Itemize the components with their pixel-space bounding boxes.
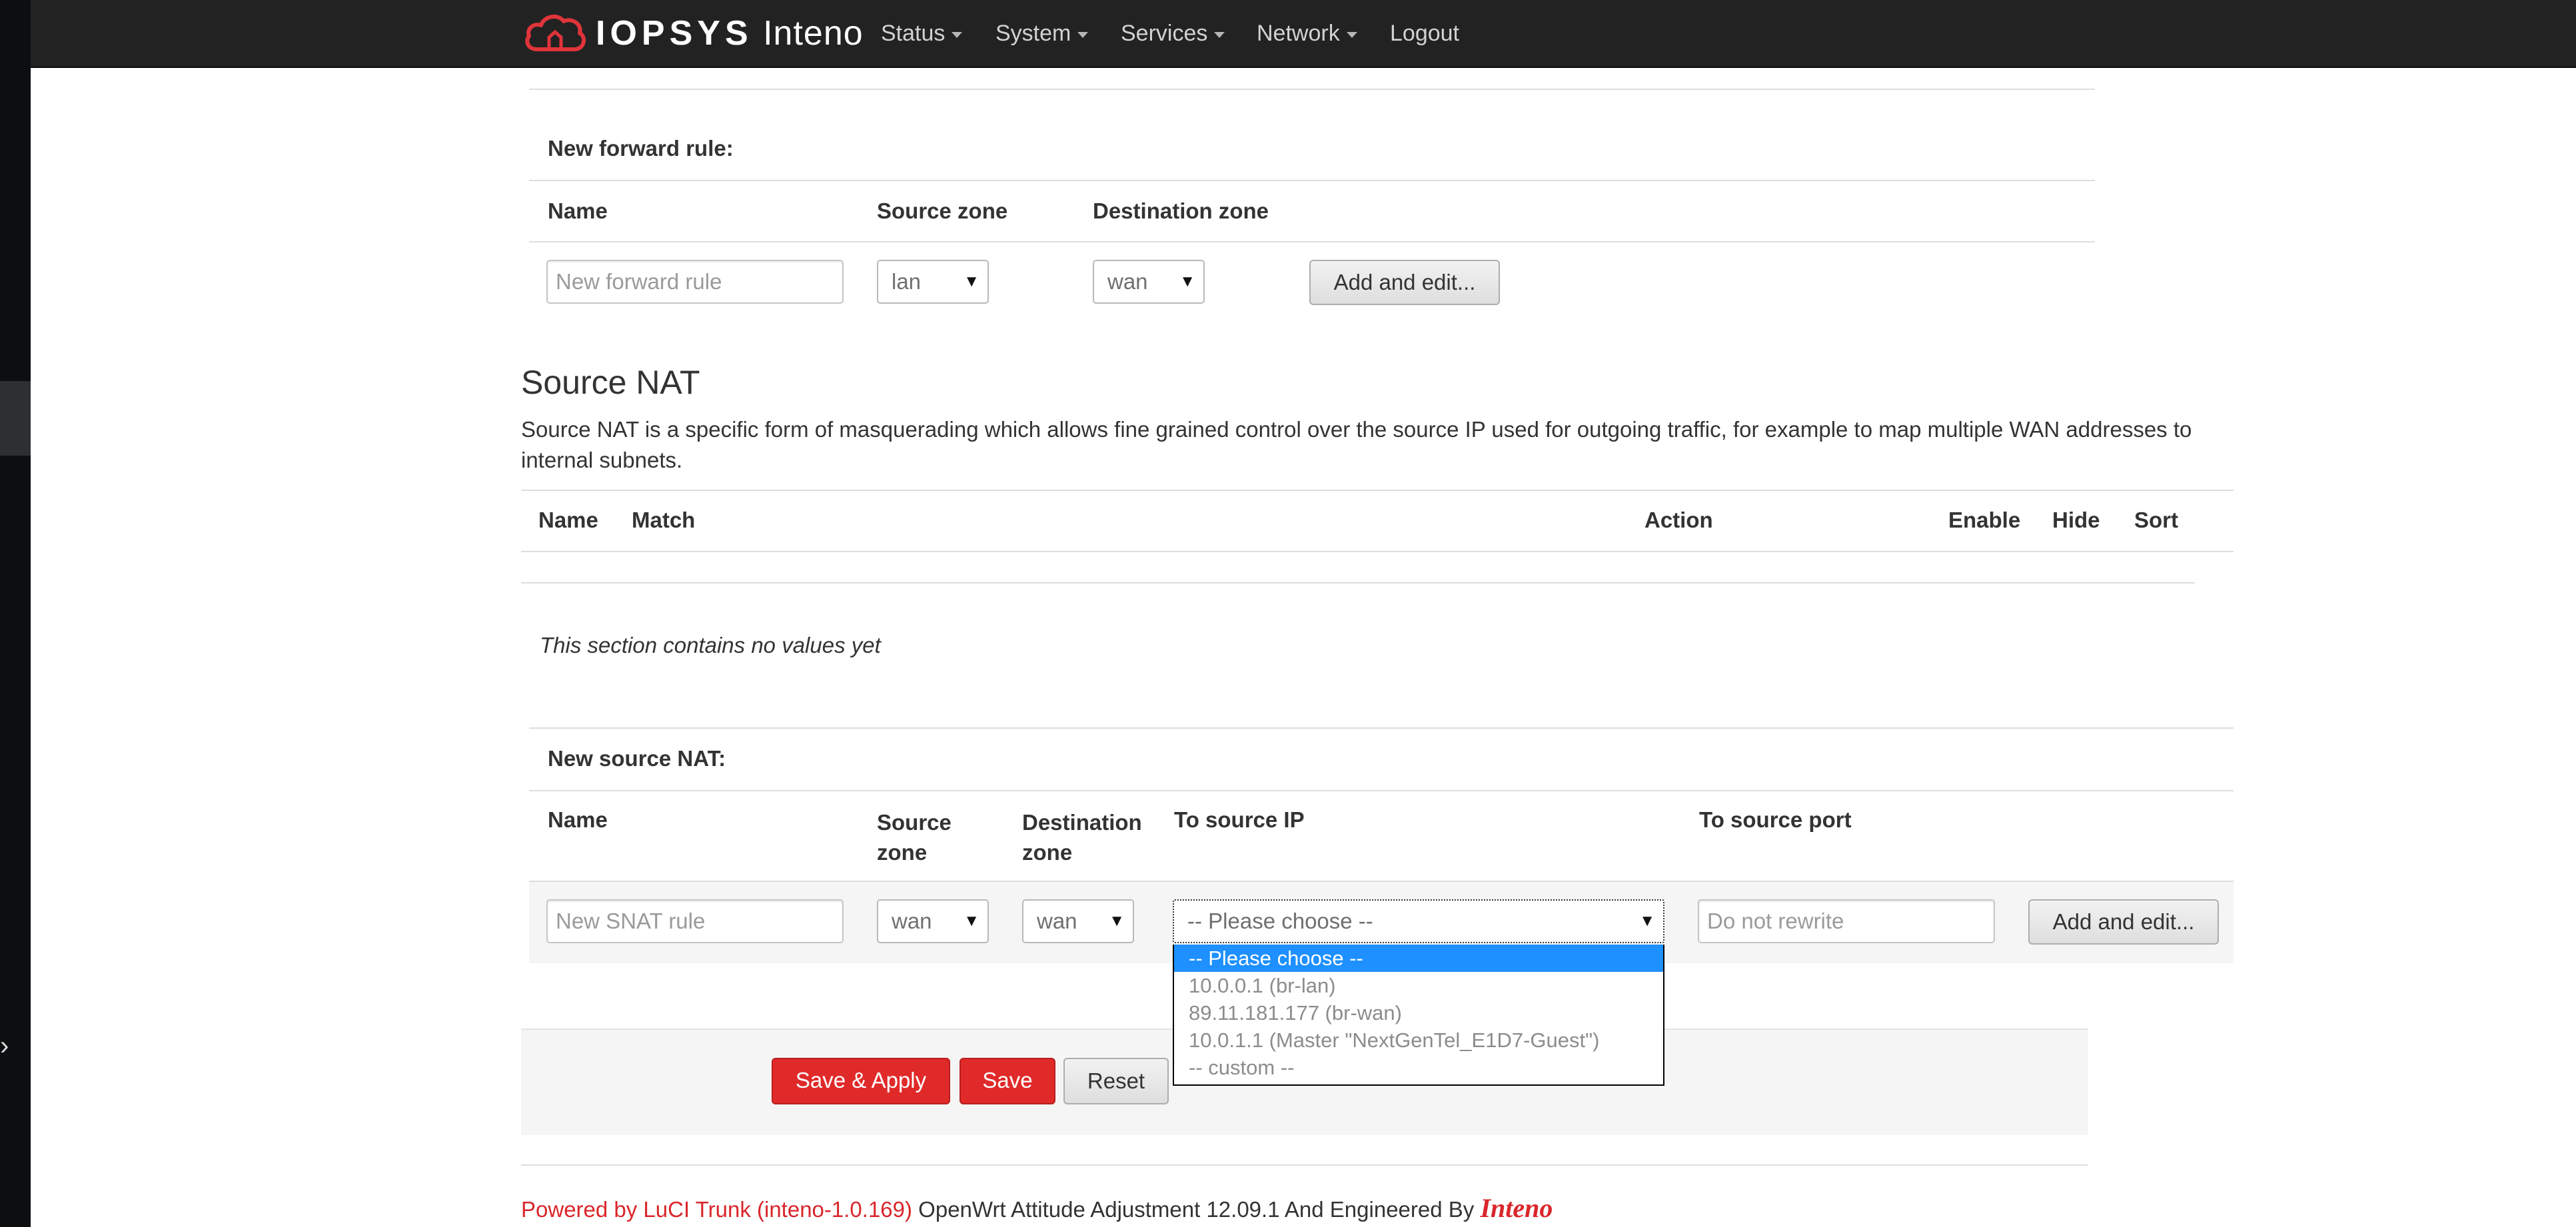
dropdown-arrow-icon: ▼ xyxy=(1179,272,1195,290)
brand-logo[interactable]: IOPSYS Inteno xyxy=(524,7,864,60)
nav-system[interactable]: System xyxy=(995,0,1089,67)
chevron-right-icon[interactable]: › xyxy=(0,1032,16,1059)
divider xyxy=(529,790,2234,791)
section-description: Source NAT is a specific form of masquer… xyxy=(521,417,2192,472)
forward-source-zone-select[interactable]: lan ▼ xyxy=(877,260,989,304)
footer-text: OpenWrt Attitude Adjustment 12.09.1 And … xyxy=(912,1197,1481,1222)
cloud-logo-icon xyxy=(525,14,586,51)
nav-network[interactable]: Network xyxy=(1257,0,1357,67)
divider xyxy=(529,727,2234,729)
inteno-footer-logo: Inteno xyxy=(1480,1193,1553,1223)
section-heading-source-nat: Source NAT xyxy=(521,364,700,401)
divider xyxy=(521,582,2195,584)
table-header-action: Action xyxy=(1644,508,1713,532)
forward-header-destination-zone: Destination zone xyxy=(1093,199,1269,223)
dropdown-arrow-icon: ▼ xyxy=(964,272,979,290)
dropdown-arrow-icon: ▼ xyxy=(964,912,979,930)
footer-divider xyxy=(521,1164,2088,1166)
snat-destination-zone-select[interactable]: wan ▼ xyxy=(1022,899,1134,943)
divider xyxy=(529,89,2095,90)
snat-add-edit-button[interactable]: Add and edit... xyxy=(2028,899,2219,945)
to-source-ip-select[interactable]: -- Please choose -- ▼ xyxy=(1173,899,1664,943)
table-header-match: Match xyxy=(632,508,696,532)
snat-header-destination-zone: Destination zone xyxy=(1022,810,1142,865)
dropdown-option-custom[interactable]: -- custom -- xyxy=(1174,1054,1663,1081)
divider xyxy=(529,241,2095,242)
table-header-enable: Enable xyxy=(1948,508,2021,532)
new-source-nat-title: New source NAT: xyxy=(548,746,726,771)
table-header-sort: Sort xyxy=(2134,508,2178,532)
nav-logout[interactable]: Logout xyxy=(1390,0,1459,67)
snat-header-source-zone: Source zone xyxy=(877,810,952,865)
forward-add-edit-button[interactable]: Add and edit... xyxy=(1309,260,1500,305)
snat-name-input[interactable] xyxy=(546,899,844,943)
table-header-hide: Hide xyxy=(2052,508,2100,532)
new-forward-rule-title: New forward rule: xyxy=(548,136,734,161)
save-button[interactable]: Save xyxy=(960,1058,1055,1104)
divider xyxy=(529,180,2095,181)
snat-header-name: Name xyxy=(548,807,608,832)
strip-highlight xyxy=(0,381,31,456)
dropdown-arrow-icon: ▼ xyxy=(1639,912,1655,930)
caret-down-icon xyxy=(1077,31,1089,38)
powered-by-link[interactable]: Powered by LuCI Trunk (inteno-1.0.169) xyxy=(521,1197,912,1222)
brand-name: IOPSYS Inteno xyxy=(596,14,864,53)
to-source-port-input[interactable] xyxy=(1698,899,1995,943)
dropdown-arrow-icon: ▼ xyxy=(1109,912,1125,930)
dropdown-option-guest-master[interactable]: 10.0.1.1 (Master "NextGenTel_E1D7-Guest"… xyxy=(1174,1026,1663,1054)
reset-button[interactable]: Reset xyxy=(1063,1058,1169,1104)
nav-status[interactable]: Status xyxy=(881,0,963,67)
snat-header-to-source-ip: To source IP xyxy=(1174,807,1305,832)
dropdown-option-br-lan[interactable]: 10.0.0.1 (br-lan) xyxy=(1174,972,1663,999)
dropdown-option-please-choose[interactable]: -- Please choose -- xyxy=(1174,945,1663,972)
caret-down-icon xyxy=(1346,31,1357,38)
forward-destination-zone-select[interactable]: wan ▼ xyxy=(1093,260,1205,304)
snat-source-zone-select[interactable]: wan ▼ xyxy=(877,899,989,943)
empty-section-message: This section contains no values yet xyxy=(540,633,881,657)
forward-header-source-zone: Source zone xyxy=(877,199,1008,223)
divider xyxy=(521,490,2234,491)
table-header-name: Name xyxy=(538,508,598,532)
forward-name-input[interactable] xyxy=(546,260,844,304)
to-source-ip-dropdown-list: -- Please choose -- 10.0.0.1 (br-lan) 89… xyxy=(1173,945,1664,1086)
snat-header-to-source-port: To source port xyxy=(1699,807,1852,832)
nav-services[interactable]: Services xyxy=(1121,0,1225,67)
left-window-strip: › xyxy=(0,0,31,1227)
divider xyxy=(521,551,2234,552)
forward-header-name: Name xyxy=(548,199,608,223)
save-apply-button[interactable]: Save & Apply xyxy=(772,1058,950,1104)
footer: Powered by LuCI Trunk (inteno-1.0.169) O… xyxy=(521,1192,1553,1224)
caret-down-icon xyxy=(952,31,963,38)
caret-down-icon xyxy=(1214,31,1225,38)
dropdown-option-br-wan[interactable]: 89.11.181.177 (br-wan) xyxy=(1174,999,1663,1026)
